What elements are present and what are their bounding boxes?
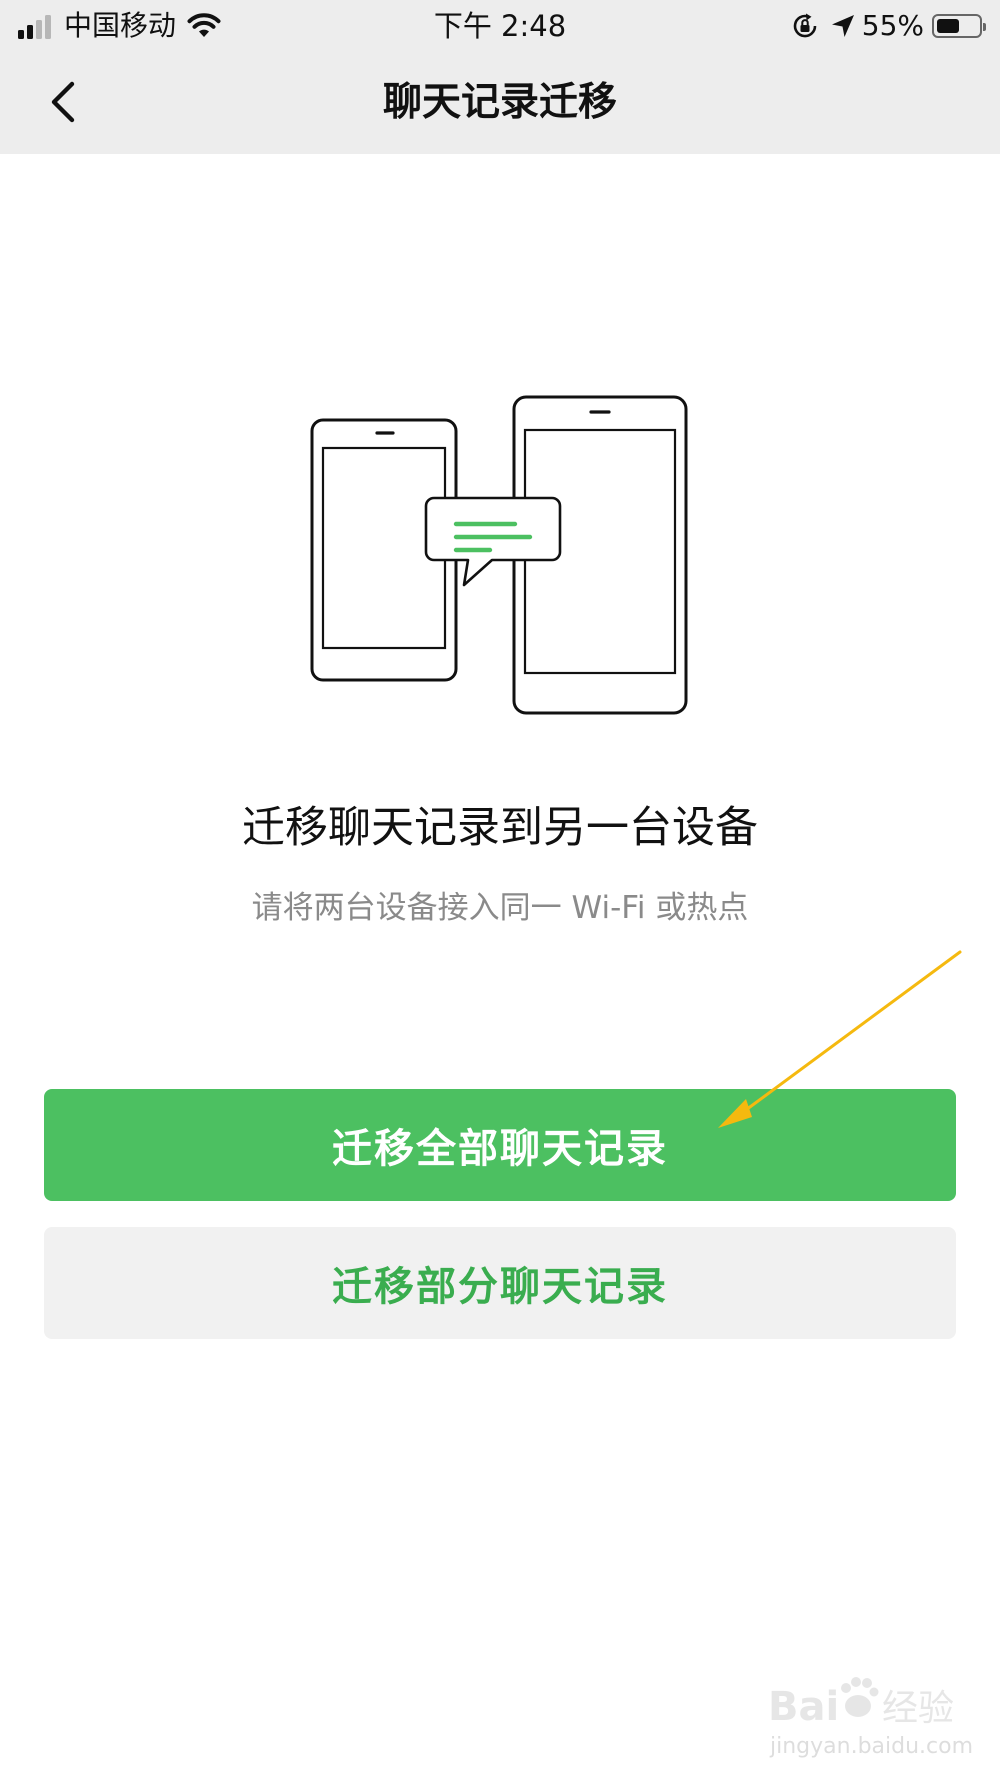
baidu-jingyan-logo: Bai 经验	[768, 1677, 954, 1730]
migrate-all-label: 迁移全部聊天记录	[332, 1126, 668, 1172]
network-hint: 请将两台设备接入同一 Wi-Fi 或热点	[251, 890, 749, 926]
battery-percentage: 55%	[861, 9, 924, 42]
status-bar: 中国移动 下午 2:48 55%	[0, 0, 1000, 52]
navigation-bar: 聊天记录迁移	[0, 52, 1000, 154]
migration-headline: 迁移聊天记录到另一台设备	[242, 803, 758, 853]
migrate-partial-label: 迁移部分聊天记录	[332, 1264, 668, 1310]
svg-text:经验: 经验	[882, 1688, 954, 1729]
baidu-jingyan-watermark: Bai 经验 jingyan.baidu.com	[764, 1668, 974, 1768]
migrate-partial-button[interactable]: 迁移部分聊天记录	[44, 1227, 956, 1339]
battery-level-fill	[937, 19, 959, 33]
top-bar: 中国移动 下午 2:48 55% 聊天记录迁移	[0, 0, 1000, 154]
migrate-all-button[interactable]: 迁移全部聊天记录	[44, 1089, 956, 1201]
location-arrow-icon	[831, 15, 854, 37]
page-title: 聊天记录迁移	[382, 80, 617, 125]
rotation-lock-icon	[793, 13, 817, 38]
svg-text:Bai: Bai	[768, 1684, 839, 1730]
migration-illustration	[310, 395, 688, 715]
status-bar-right: 55%	[790, 8, 986, 44]
battery-icon	[932, 14, 986, 38]
watermark-url: jingyan.baidu.com	[770, 1734, 974, 1759]
paw-icon	[841, 1677, 879, 1717]
